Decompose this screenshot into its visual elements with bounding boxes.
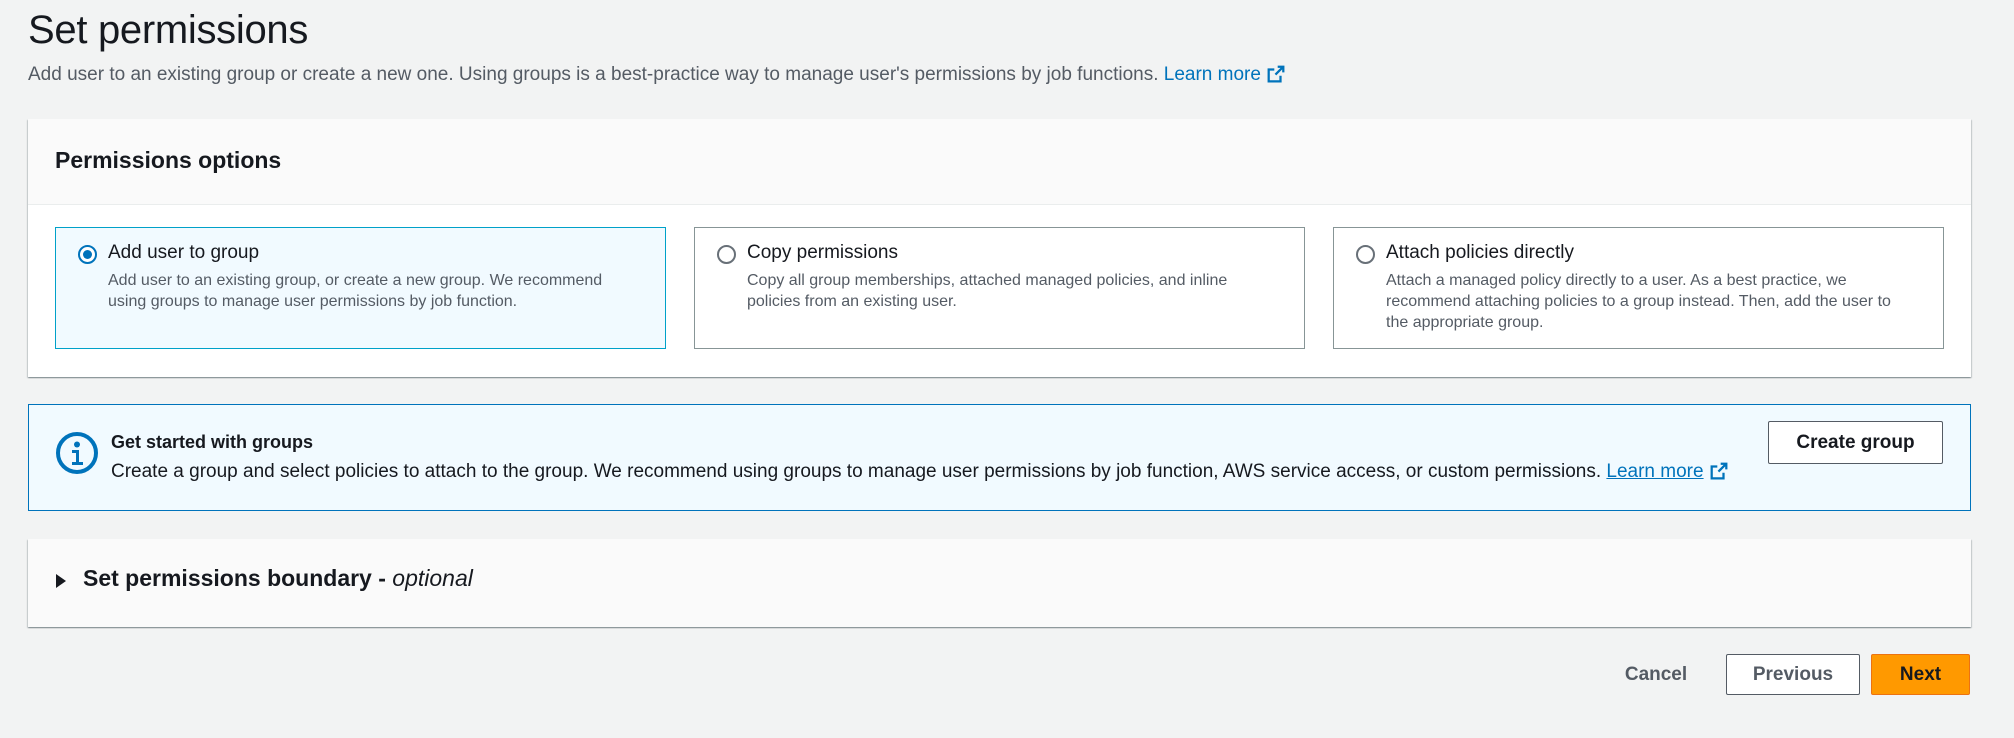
- alert-body: Create a group and select policies to at…: [111, 461, 1602, 482]
- option-description: Copy all group memberships, attached man…: [747, 272, 1228, 310]
- get-started-groups-alert: Get started with groups Create a group a…: [28, 404, 1971, 511]
- info-icon: [56, 432, 98, 474]
- previous-button[interactable]: Previous: [1726, 654, 1860, 695]
- permissions-options-header: Permissions options: [28, 119, 1971, 205]
- alert-learn-more-link[interactable]: Learn more: [1606, 461, 1728, 482]
- learn-more-label: Learn more: [1163, 64, 1261, 85]
- radio-attach-policies-directly[interactable]: [1356, 245, 1375, 264]
- caret-right-icon[interactable]: [56, 574, 66, 588]
- option-title: Add user to group: [108, 242, 260, 263]
- radio-copy-permissions[interactable]: [717, 245, 736, 264]
- external-link-icon: [1710, 462, 1728, 480]
- alert-text: Create a group and select policies to at…: [111, 461, 1728, 483]
- option-description: Attach a managed policy directly to a us…: [1386, 272, 1891, 331]
- next-button[interactable]: Next: [1871, 654, 1970, 695]
- radio-add-user-to-group[interactable]: [78, 245, 97, 264]
- page-title: Set permissions: [28, 8, 309, 52]
- set-permissions-page: Set permissions Add user to an existing …: [0, 0, 2014, 738]
- learn-more-link[interactable]: Learn more: [1164, 64, 1285, 85]
- option-add-user-to-group[interactable]: Add user to group Add user to an existin…: [55, 227, 666, 349]
- cancel-button[interactable]: Cancel: [1602, 654, 1710, 695]
- alert-title: Get started with groups: [111, 432, 314, 452]
- permissions-boundary-panel[interactable]: Set permissions boundary - optional: [28, 539, 1971, 627]
- create-group-button[interactable]: Create group: [1768, 421, 1943, 464]
- option-title: Copy permissions: [747, 242, 898, 263]
- page-description: Add user to an existing group or create …: [28, 64, 1285, 86]
- option-copy-permissions[interactable]: Copy permissions Copy all group membersh…: [694, 227, 1305, 349]
- page-description-text: Add user to an existing group or create …: [28, 64, 1159, 85]
- permissions-options-title: Permissions options: [55, 147, 282, 173]
- permissions-boundary-title[interactable]: Set permissions boundary - optional: [83, 565, 473, 592]
- option-title: Attach policies directly: [1386, 242, 1574, 263]
- option-attach-policies-directly[interactable]: Attach policies directly Attach a manage…: [1333, 227, 1944, 349]
- option-description: Add user to an existing group, or create…: [108, 272, 603, 310]
- permissions-options-panel: Permissions options Add user to group Ad…: [28, 119, 1971, 377]
- boundary-title-text: Set permissions boundary -: [83, 565, 393, 591]
- alert-learn-more-label: Learn more: [1606, 461, 1704, 482]
- external-link-icon: [1267, 65, 1285, 83]
- boundary-optional-label: optional: [392, 565, 473, 591]
